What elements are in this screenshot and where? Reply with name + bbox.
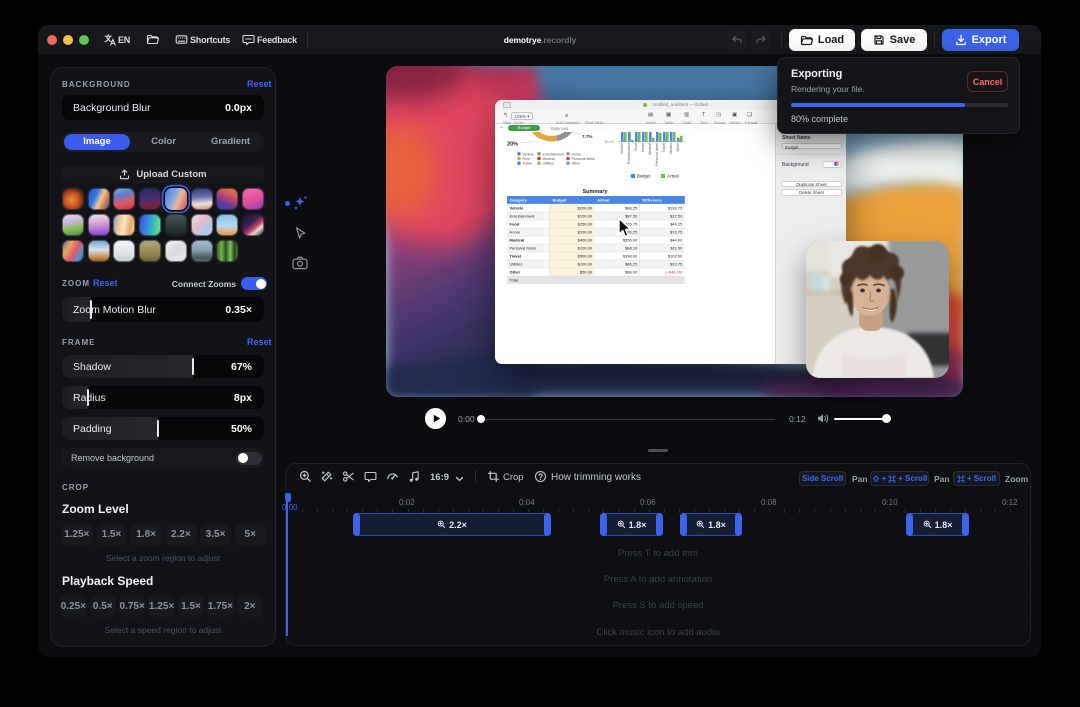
svg-text:Food: Food <box>634 143 638 151</box>
svg-text:$86.25: $86.25 <box>625 261 638 266</box>
svg-text:Home: Home <box>510 229 521 234</box>
svg-text:Personal Items: Personal Items <box>655 143 659 166</box>
svg-text:Food: Food <box>510 221 520 226</box>
svg-text:Medical: Medical <box>543 157 555 161</box>
svg-text:Utilities: Utilities <box>510 261 523 266</box>
svg-text:Other: Other <box>572 162 582 166</box>
svg-text:$88.10: $88.10 <box>625 245 638 250</box>
svg-text:$0.00: $0.00 <box>605 140 614 144</box>
svg-text:Budget: Budget <box>553 197 567 202</box>
svg-text:$250.00: $250.00 <box>578 221 593 226</box>
svg-text:$12.50: $12.50 <box>670 213 683 218</box>
svg-text:$50.00: $50.00 <box>580 269 593 274</box>
svg-text:Personal Items: Personal Items <box>572 157 596 161</box>
svg-text:Home: Home <box>572 152 581 156</box>
svg-text:Other: Other <box>510 269 521 274</box>
svg-text:Travel: Travel <box>662 143 666 153</box>
svg-text:7.7%: 7.7% <box>582 134 592 139</box>
svg-text:$400.00: $400.00 <box>578 237 593 242</box>
svg-text:$200.00: $200.00 <box>578 205 593 210</box>
svg-text:Entertainment: Entertainment <box>543 152 565 156</box>
svg-text:Travel: Travel <box>523 162 533 166</box>
svg-text:$44.25: $44.25 <box>670 221 683 226</box>
svg-text:Category: Category <box>510 197 528 202</box>
svg-text:Budget: Budget <box>637 174 651 179</box>
svg-text:$44.00: $44.00 <box>670 237 683 242</box>
svg-text:$73.75: $73.75 <box>670 229 683 234</box>
svg-text:Personal Items: Personal Items <box>510 245 537 250</box>
svg-text:Summary: Summary <box>582 189 608 195</box>
svg-text:$96.25: $96.25 <box>625 205 638 210</box>
svg-text:$100.00: $100.00 <box>578 245 593 250</box>
svg-text:Entertainment: Entertainment <box>510 213 536 218</box>
svg-text:$100.00: $100.00 <box>578 261 593 266</box>
svg-text:Difference: Difference <box>642 197 662 202</box>
svg-text:Vehicle: Vehicle <box>620 143 624 154</box>
svg-text:Actual: Actual <box>667 174 679 179</box>
svg-text:Vehicle: Vehicle <box>510 205 525 210</box>
svg-text:Utilities: Utilities <box>543 162 555 166</box>
svg-text:Entertainment: Entertainment <box>627 143 631 164</box>
svg-text:(−$48.00): (−$48.00) <box>665 269 683 274</box>
svg-text:Other: Other <box>676 142 680 151</box>
svg-text:Medical: Medical <box>648 143 652 155</box>
svg-text:$11.90: $11.90 <box>670 245 683 250</box>
svg-text:$13.75: $13.75 <box>670 261 683 266</box>
svg-text:$103.75: $103.75 <box>668 205 683 210</box>
svg-text:Travel: Travel <box>510 253 522 258</box>
svg-text:Rent: Rent <box>523 157 530 161</box>
svg-text:$98.00: $98.00 <box>625 269 638 274</box>
svg-text:Home: Home <box>641 143 645 152</box>
svg-text:$102.00: $102.00 <box>668 253 683 258</box>
svg-text:Actual: Actual <box>597 197 609 202</box>
svg-text:Total: Total <box>510 277 519 282</box>
svg-text:$100.00: $100.00 <box>578 229 593 234</box>
svg-text:20%: 20% <box>507 142 518 148</box>
svg-text:$100.00: $100.00 <box>578 213 593 218</box>
svg-text:Medical: Medical <box>510 237 525 242</box>
svg-text:Utilities: Utilities <box>669 143 673 154</box>
svg-text:Vehicle: Vehicle <box>523 152 534 156</box>
svg-text:$398.00: $398.00 <box>623 253 638 258</box>
svg-text:$500.00: $500.00 <box>578 253 593 258</box>
